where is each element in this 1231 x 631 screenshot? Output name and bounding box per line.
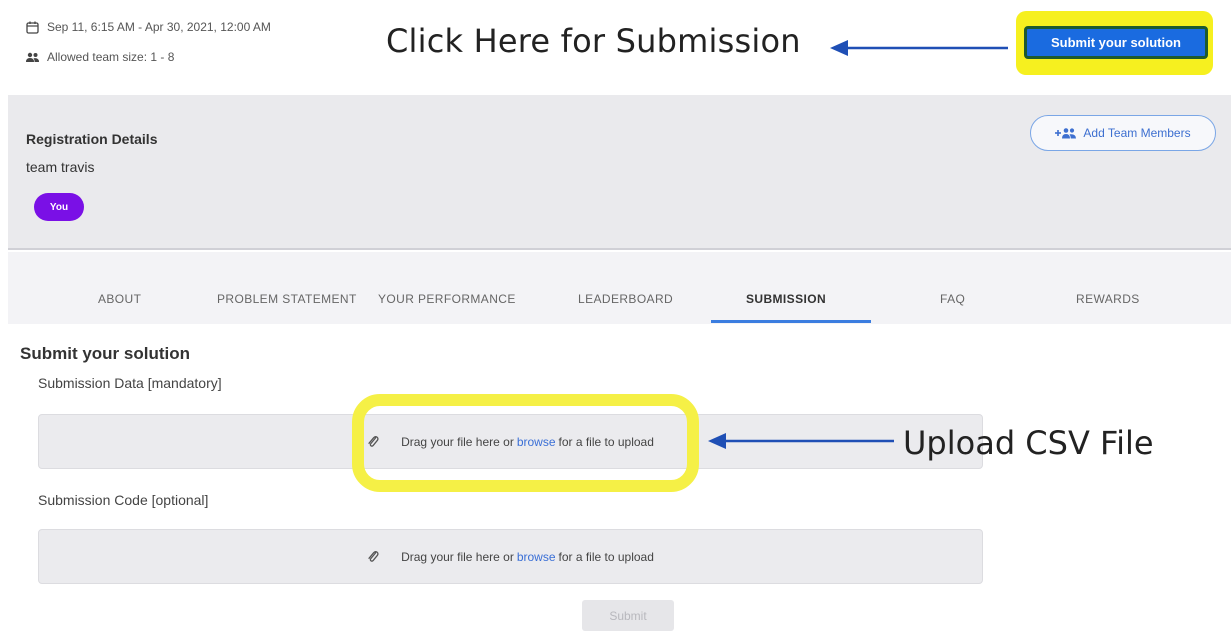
submit-solution-button[interactable]: Submit your solution — [1024, 26, 1208, 59]
registration-title: Registration Details — [26, 131, 158, 147]
team-name: team travis — [26, 159, 95, 175]
team-size-line: Allowed team size: 1 - 8 — [26, 50, 174, 64]
people-icon — [26, 52, 47, 63]
add-team-members-label: Add Team Members — [1083, 126, 1191, 140]
paperclip-icon — [367, 550, 379, 564]
tab-rewards[interactable]: REWARDS — [1076, 292, 1140, 306]
arrow-left-icon — [830, 37, 1010, 59]
submission-code-label: Submission Code [optional] — [38, 492, 209, 508]
dropzone-prefix: Drag your file here or — [401, 549, 514, 564]
browse-link[interactable]: browse — [517, 550, 556, 564]
calendar-icon — [26, 21, 47, 34]
registration-panel: Registration Details team travis You Add… — [8, 95, 1231, 250]
tab-leaderboard[interactable]: LEADERBOARD — [578, 292, 673, 306]
active-tab-indicator — [711, 320, 871, 323]
add-people-icon — [1055, 127, 1083, 139]
dropzone-suffix: for a file to upload — [558, 549, 654, 564]
tab-submission[interactable]: SUBMISSION — [746, 292, 826, 306]
tab-faq[interactable]: FAQ — [940, 292, 965, 306]
you-badge: You — [34, 193, 84, 221]
add-team-members-button[interactable]: Add Team Members — [1030, 115, 1216, 151]
submission-callout-text: Click Here for Submission — [386, 22, 801, 60]
tab-about[interactable]: ABOUT — [98, 292, 141, 306]
team-size-text: Allowed team size: 1 - 8 — [47, 50, 175, 64]
date-range-text: Sep 11, 6:15 AM - Apr 30, 2021, 12:00 AM — [47, 20, 271, 34]
tab-bar: ABOUT PROBLEM STATEMENT YOUR PERFORMANCE… — [8, 252, 1231, 324]
challenge-header: Sep 11, 6:15 AM - Apr 30, 2021, 12:00 AM… — [0, 0, 1231, 95]
csv-callout-text: Upload CSV File — [903, 424, 1154, 462]
submission-code-dropzone[interactable]: Drag your file here or browse for a file… — [38, 529, 983, 584]
date-range-line: Sep 11, 6:15 AM - Apr 30, 2021, 12:00 AM — [26, 20, 271, 34]
csv-upload-highlight — [352, 394, 699, 492]
dropzone-content: Drag your file here or browse for a file… — [39, 530, 982, 583]
submission-data-label: Submission Data [mandatory] — [38, 375, 222, 391]
tab-your-performance[interactable]: YOUR PERFORMANCE — [378, 292, 516, 306]
tab-problem-statement[interactable]: PROBLEM STATEMENT — [217, 292, 357, 306]
arrow-left-icon — [708, 430, 896, 452]
submission-section-title: Submit your solution — [20, 344, 190, 363]
submit-button[interactable]: Submit — [582, 600, 674, 631]
